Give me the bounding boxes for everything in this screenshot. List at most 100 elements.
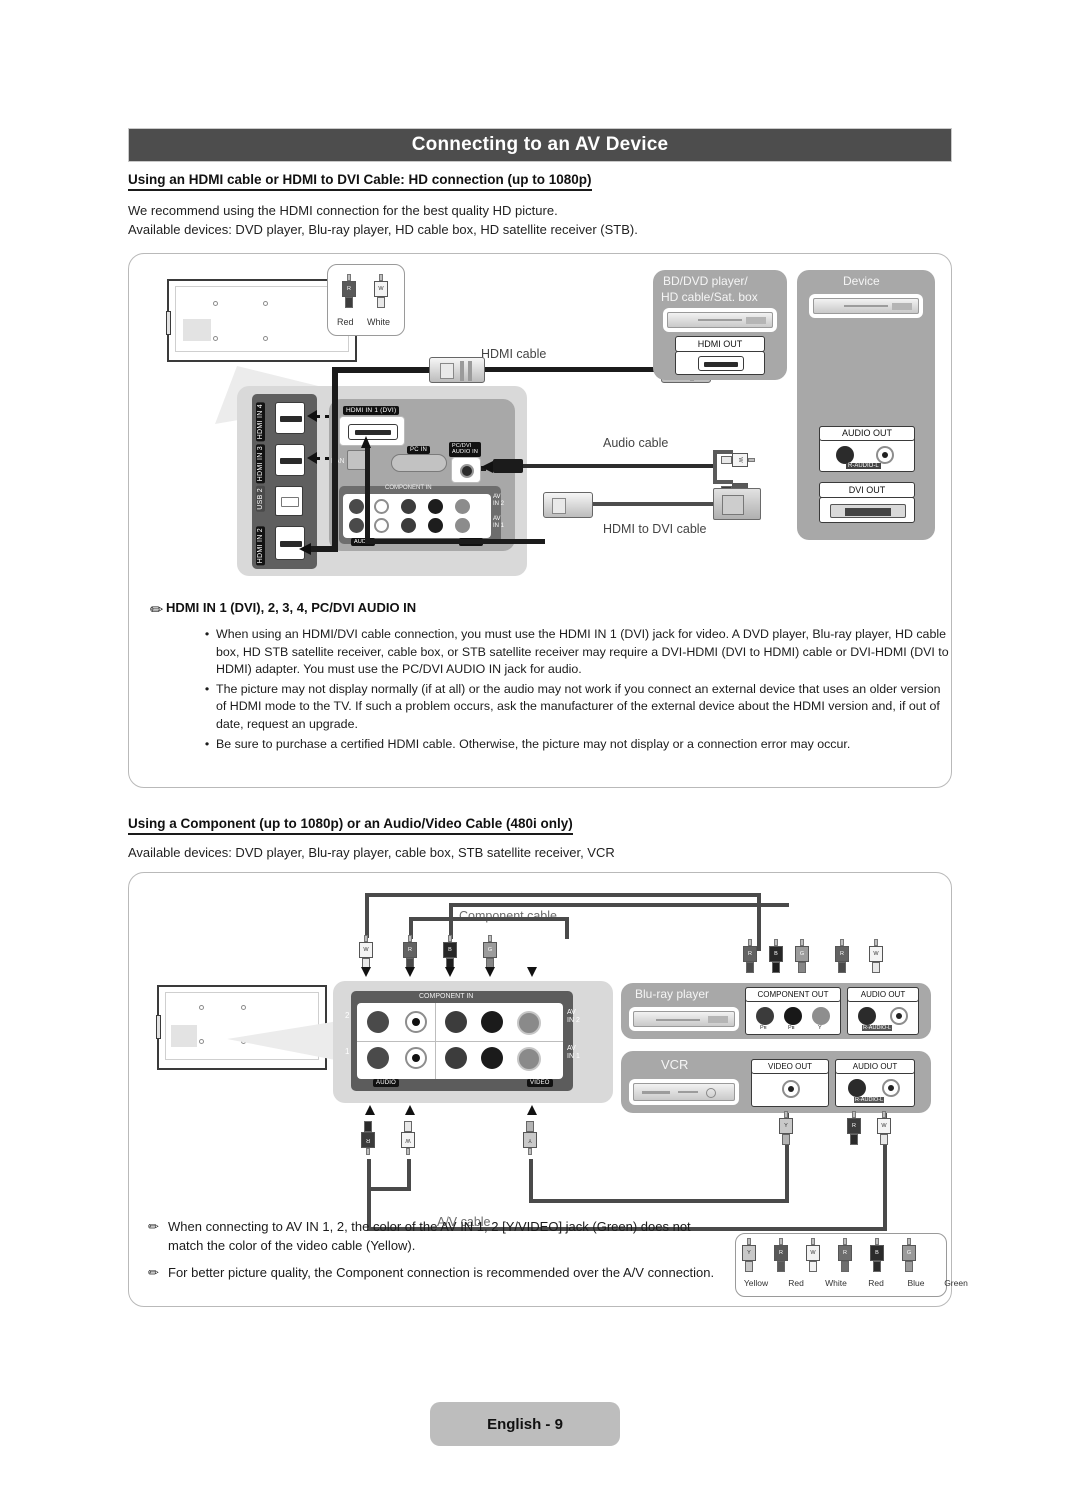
rca-label-white: White (367, 317, 391, 327)
comp-wire-e (449, 903, 453, 939)
jack-audio-r-2[interactable] (367, 1011, 389, 1033)
jack-pb-2[interactable] (401, 499, 416, 514)
vcr-title: VCR (661, 1057, 689, 1072)
legend-plug-yellow-0: Y (742, 1238, 756, 1272)
av-plug-y: Y (523, 1121, 537, 1155)
port-hdmi-in-3[interactable] (275, 444, 305, 476)
jack-audio-r-1[interactable] (367, 1047, 389, 1069)
vcr-jack-audio-l[interactable] (882, 1079, 900, 1097)
hdmi-cable-wire-h (332, 367, 432, 373)
vcr-plug-y: Y (779, 1111, 793, 1145)
device-hdmi-out-port[interactable] (675, 351, 765, 375)
legend-plug-row: YRWRBG (742, 1238, 916, 1272)
component-av-jacks-2 (357, 1003, 563, 1079)
jack-pr-2[interactable] (481, 1011, 503, 1033)
port-lan[interactable] (347, 450, 367, 470)
legend-name-red-1: Red (788, 1278, 804, 1288)
bluray-label-pb: Pʙ (788, 1025, 795, 1031)
jack-audio-l-1[interactable] (405, 1047, 427, 1069)
jack-audio-l-1[interactable] (374, 518, 389, 533)
jack-pb-2[interactable] (445, 1011, 467, 1033)
device-audio-out-r[interactable] (836, 446, 854, 464)
jack-pb-1[interactable] (445, 1047, 467, 1069)
jack-pr-2[interactable] (428, 499, 443, 514)
device-dvi-out-port[interactable] (819, 497, 915, 523)
port-pc-dvi-audio-in[interactable] (451, 457, 481, 483)
dvi-connector-plug (713, 488, 761, 520)
port-pc-in[interactable] (391, 454, 447, 472)
bluray-jack-audio-l[interactable] (890, 1007, 908, 1025)
note-bullet-text: Be sure to purchase a certified HDMI cab… (216, 736, 851, 751)
section2-heading: Using a Component (up to 1080p) or an Au… (128, 816, 573, 835)
jack-y-video-2[interactable] (455, 499, 470, 514)
port-label-pc-in: PC IN (407, 446, 431, 454)
note2-item: ✏ For better picture quality, the Compon… (148, 1264, 728, 1283)
section1-heading: Using an HDMI cable or HDMI to DVI Cable… (128, 172, 592, 191)
bluray-jack-audio-r[interactable] (858, 1007, 876, 1025)
bluray-audio-out-label: AUDIO OUT (847, 987, 919, 1002)
jack-audio-l-2[interactable] (405, 1011, 427, 1033)
jack-pb-1[interactable] (401, 518, 416, 533)
bluray-component-out-label: COMPONENT OUT (745, 987, 841, 1002)
bluray-device-image (629, 1007, 739, 1031)
label-av-in-2: AV IN 2 (493, 494, 505, 507)
dvi-cable-wire-h (365, 539, 545, 544)
arrow-icon-hdmi3 (307, 452, 317, 464)
vcr-plug-w: W (877, 1111, 891, 1145)
device-generic-image (809, 294, 923, 318)
bluray-jack-pb[interactable] (784, 1007, 802, 1025)
av-wire-y-run (529, 1199, 789, 1203)
av-wire-join (367, 1187, 411, 1191)
audio-out-plug-w: W (869, 939, 883, 973)
audio-out-plug-r: R (835, 939, 849, 973)
device-bd-dvd-title-line2: HD cable/Sat. box (661, 290, 758, 304)
hdmi-cable-wire-v (332, 367, 338, 552)
tv-mount-hole (263, 301, 268, 306)
bluray-label-pr: Pʀ (760, 1025, 767, 1031)
bluray-jack-pr[interactable] (756, 1007, 774, 1025)
jack-pr-1[interactable] (481, 1047, 503, 1069)
port-usb-2[interactable] (275, 486, 303, 516)
comp-wire-top (365, 893, 761, 897)
device-audio-out-l[interactable] (876, 446, 894, 464)
hdmi-connector-plug (429, 357, 485, 383)
comp-wire-b (757, 893, 761, 951)
label-audio-row-d2: AUDIO (373, 1079, 400, 1087)
vcr-jack-video[interactable] (782, 1080, 800, 1098)
note-bullet-text: The picture may not display normally (if… (216, 681, 941, 732)
tv-connector-area (183, 319, 211, 341)
hdmi-note-block: ✏ HDMI IN 1 (DVI), 2, 3, 4, PC/DVI AUDIO… (150, 600, 950, 753)
arrow-icon-hdmi1 (361, 436, 371, 448)
rca-label-red: Red (337, 317, 354, 327)
rca-plug-white-audio: W (721, 453, 755, 467)
bluray-audio-out-block: AUDIO OUT R-AUDIO-L (847, 987, 919, 1035)
tv-mount-hole (213, 301, 218, 306)
device-hdmi-out-label: HDMI OUT (675, 336, 765, 352)
jack-y-video-2[interactable] (517, 1011, 541, 1035)
jack-audio-r-2[interactable] (349, 499, 364, 514)
bullet-icon: • (204, 681, 210, 696)
port-hdmi-in-1-dvi[interactable] (339, 416, 405, 446)
legend-plug-red-1: R (774, 1238, 788, 1272)
jack-y-video-1[interactable] (455, 518, 470, 533)
jack-audio-l-2[interactable] (374, 499, 389, 514)
section1-line1: We recommend using the HDMI connection f… (128, 203, 558, 218)
port-label-pc-dvi-audio-in: PC/DVI AUDIO IN (449, 442, 482, 457)
jack-audio-r-1[interactable] (349, 518, 364, 533)
arrow-icon-down-y (527, 967, 537, 977)
jack-y-video-1[interactable] (517, 1047, 541, 1071)
hdmi-cable-run (485, 367, 661, 372)
comp-out-plug-g: G (795, 939, 809, 973)
arrow-icon-up-r (365, 1105, 375, 1115)
port-hdmi-in-4[interactable] (275, 402, 305, 434)
note2-item: ✏ When connecting to AV IN 1, 2, the col… (148, 1218, 728, 1256)
section2-line1: Available devices: DVD player, Blu-ray p… (128, 845, 615, 860)
vcr-plug-r: R (847, 1111, 861, 1145)
vcr-jack-audio-r[interactable] (848, 1079, 866, 1097)
vcr-audio-out-block: AUDIO OUT R-AUDIO-L (835, 1059, 915, 1107)
bluray-jack-y[interactable] (812, 1007, 830, 1025)
label-video-row-d2: VIDEO (527, 1079, 553, 1087)
jack-pr-1[interactable] (428, 518, 443, 533)
av-wire-y (529, 1159, 533, 1203)
label-av-in-1: AV IN 1 (493, 516, 505, 529)
